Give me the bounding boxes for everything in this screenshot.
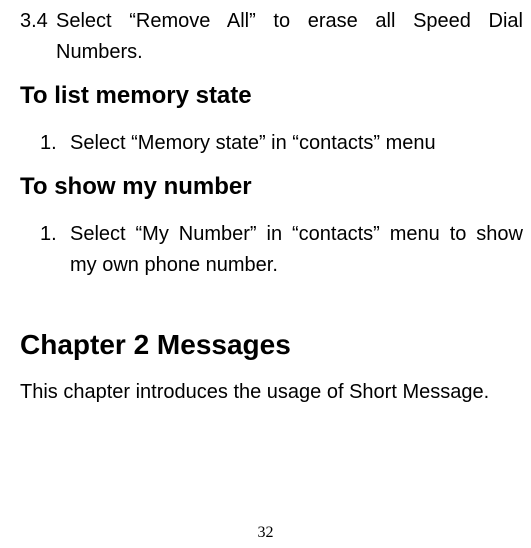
list-text: Select “Memory state” in “contacts” menu — [70, 132, 436, 154]
heading-my-number: To show my number — [20, 173, 523, 201]
document-page: 3.4Select “Remove All” to erase all Spee… — [0, 0, 531, 548]
heading-memory-state: To list memory state — [20, 82, 523, 110]
list-text: Select “My Number” in “contacts” menu to… — [70, 223, 523, 276]
list-item-memory-1: 1.Select “Memory state” in “contacts” me… — [20, 128, 523, 159]
list-item-3-4: 3.4Select “Remove All” to erase all Spee… — [20, 6, 523, 68]
chapter-intro: This chapter introduces the usage of Sho… — [20, 381, 523, 404]
list-text: Select “Remove All” to erase all Speed D… — [56, 10, 523, 63]
list-number: 3.4 — [20, 6, 56, 37]
list-number: 1. — [40, 128, 70, 159]
list-number: 1. — [40, 219, 70, 250]
chapter-title: Chapter 2 Messages — [20, 329, 523, 361]
list-item-mynumber-1: 1.Select “My Number” in “contacts” menu … — [20, 219, 523, 281]
page-number: 32 — [0, 524, 531, 542]
